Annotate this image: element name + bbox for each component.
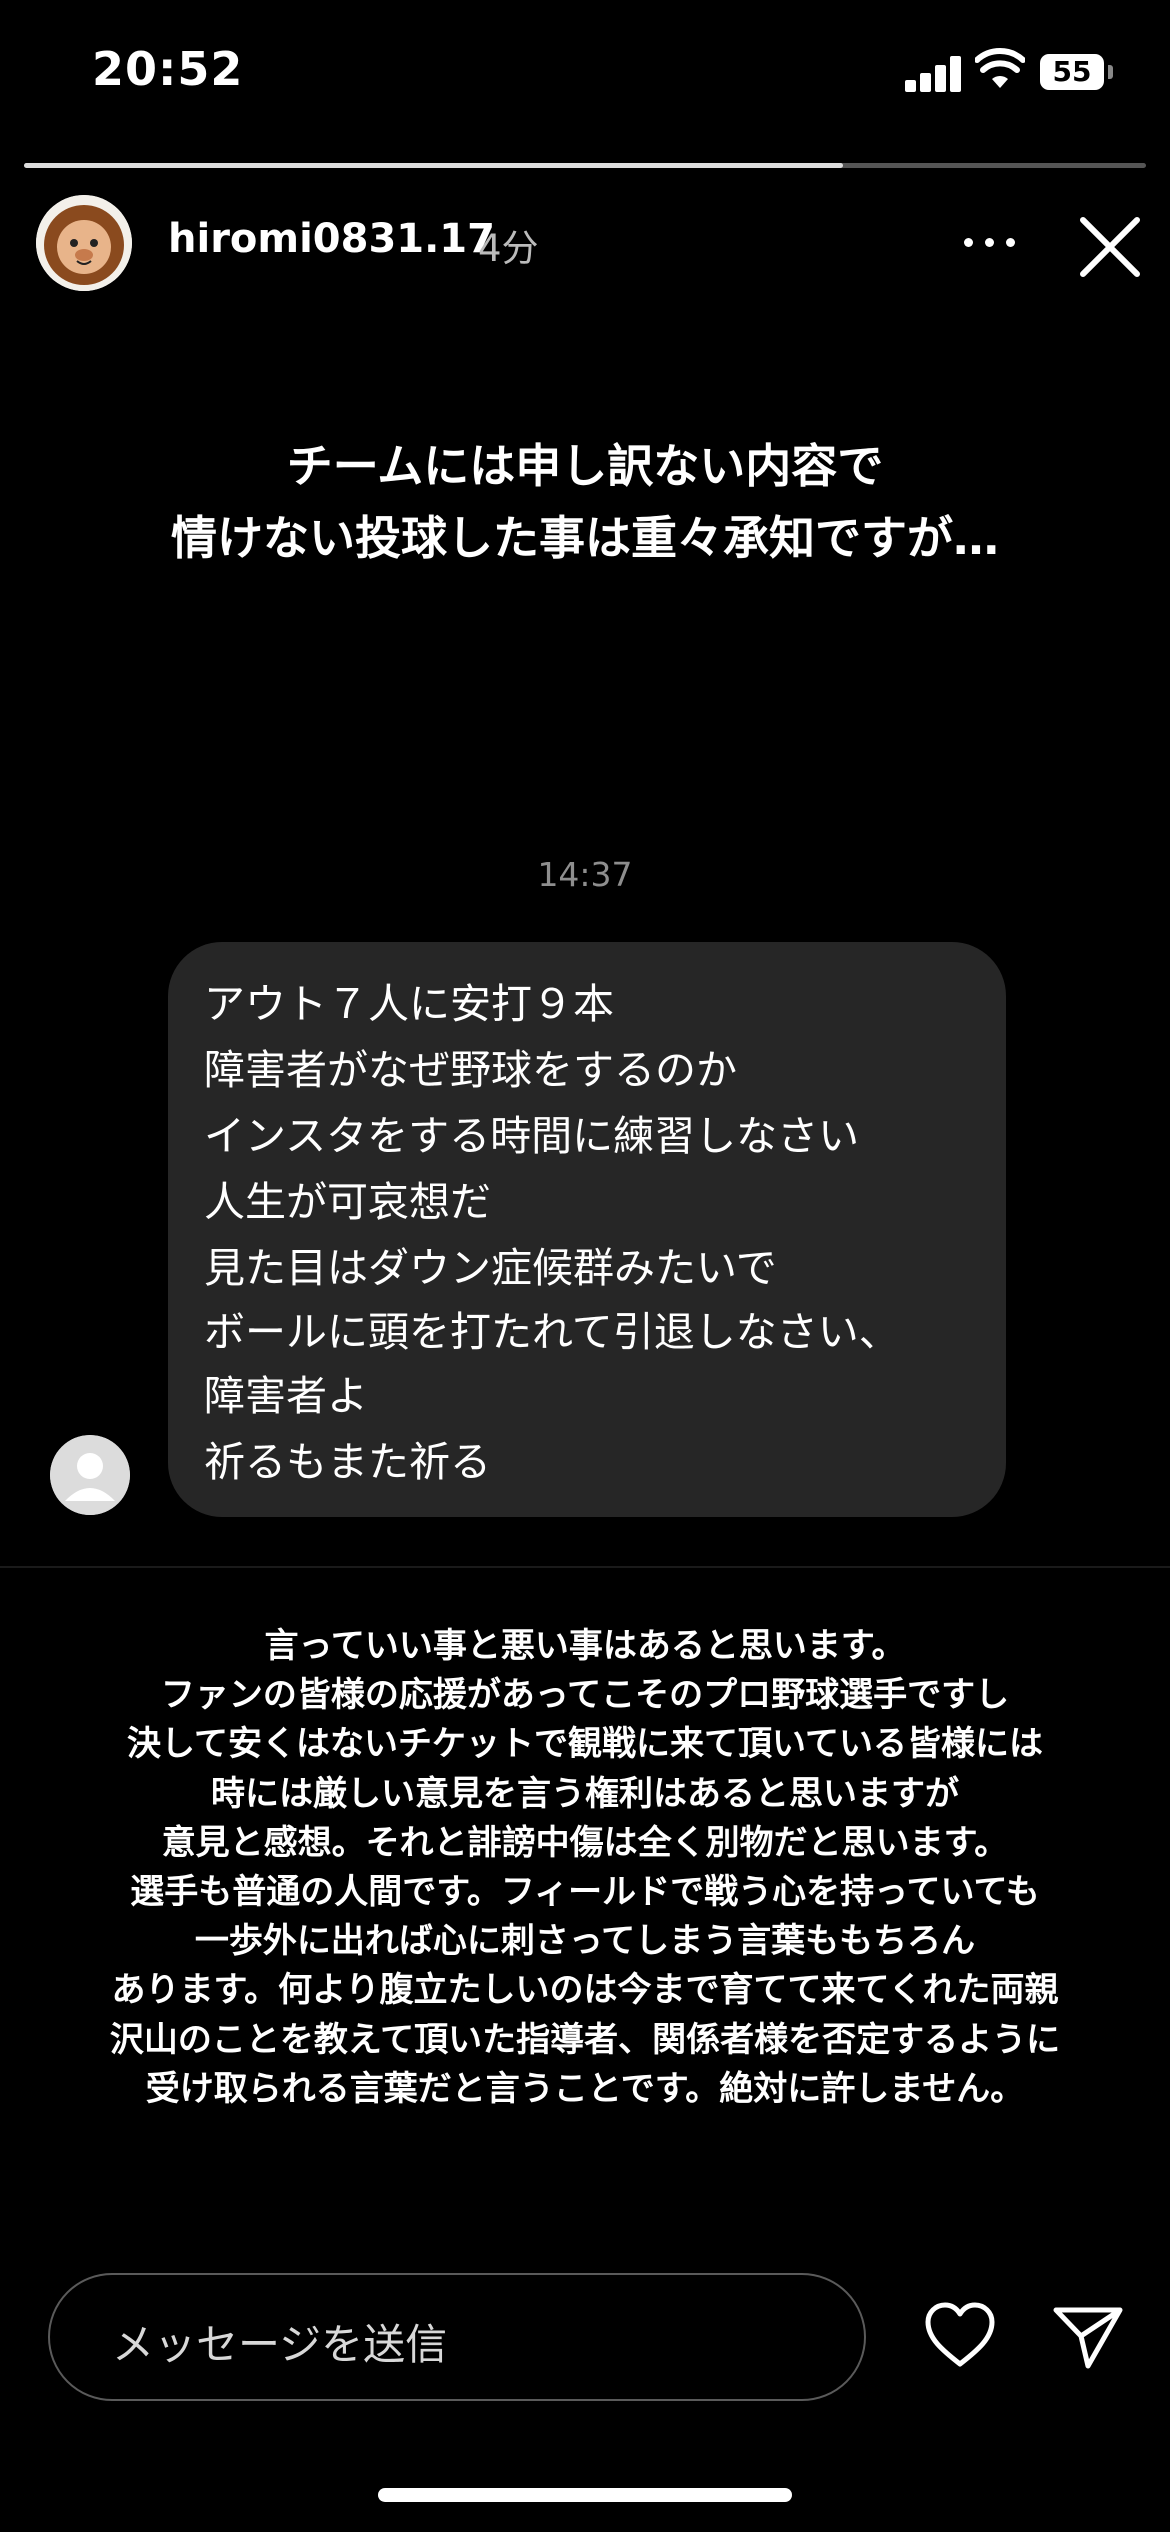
home-indicator [378,2488,792,2502]
story-progress-fill [24,163,844,168]
statement-line: 時には厳しい意見を言う権利はあると思いますが [211,1773,959,1814]
close-story-button[interactable] [1075,212,1145,282]
story-username[interactable]: hiromi0831.17 [168,216,495,262]
cellular-signal-icon [905,56,963,92]
message-line: 障害者がなぜ野球をするのか [204,1046,737,1094]
message-line: アウト７人に安打９本 [204,980,614,1028]
more-options-button[interactable] [958,218,1022,268]
status-time: 20:52 [92,42,244,96]
story-progress-bar [24,163,1146,168]
message-line: 人生が可哀想だ [204,1178,491,1226]
message-input-placeholder: メッセージを送信 [112,2320,448,2369]
like-button[interactable] [922,2300,998,2372]
story-statement: 言っていい事と悪い事はあると思います。 ファンの皆様の応援があってこそのプロ野球… [0,1622,1170,2114]
headline-line: チームには申し訳ない内容で [286,439,884,493]
message-input[interactable]: メッセージを送信 [48,2273,866,2401]
statement-line: あります。何より腹立たしいのは今まで育てて来てくれた両親 [111,1970,1059,2011]
statement-line: 言っていい事と悪い事はあると思います。 [264,1626,906,1666]
default-user-icon [50,1435,130,1515]
message-line: 障害者よ [204,1372,368,1420]
send-button[interactable] [1050,2300,1126,2372]
status-bar: 20:52 55 [0,0,1170,150]
headline-line: 情けない投球した事は重々承知ですが… [171,511,999,565]
sender-avatar [50,1435,130,1515]
message-line: インスタをする時間に練習しなさい [204,1112,860,1160]
statement-line: 受け取られる言葉だと言うことです。絶対に許しません。 [145,2068,1025,2109]
message-line: 見た目はダウン症候群みたいで [204,1244,777,1292]
battery-cap [1108,65,1113,79]
wifi-icon [975,48,1025,88]
statement-line: ファンの皆様の応援があってこそのプロ野球選手ですし [160,1675,1010,1716]
message-bubble: アウト７人に安打９本 障害者がなぜ野球をするのか インスタをする時間に練習しなさ… [168,942,1006,1517]
statement-line: 一歩外に出れば心に刺さってしまう言葉ももちろん [194,1921,976,1962]
battery-indicator: 55 [1040,54,1104,90]
statement-line: 沢山のことを教えて頂いた指導者、関係者様を否定するように [109,2019,1061,2060]
message-line: ボールに頭を打たれて引退しなさい、 [204,1308,900,1356]
statement-line: 選手も普通の人間です。フィールドで戦う心を持っていても [130,1872,1040,1913]
story-time-ago: 4分 [478,227,539,270]
lion-mascot-icon [36,195,132,291]
message-timestamp: 14:37 [537,855,633,894]
profile-avatar[interactable] [36,195,132,291]
statement-line: 決して安くはないチケットで観戦に来て頂いている皆様には [127,1724,1043,1765]
heart-icon [925,2302,995,2367]
message-line: 祈るもまた祈る [204,1438,491,1486]
story-headline: チームには申し訳ない内容で 情けない投球した事は重々承知ですが… [0,430,1170,574]
section-divider [0,1566,1170,1568]
close-icon [1080,217,1140,277]
statement-line: 意見と感想。それと誹謗中傷は全く別物だと思います。 [161,1822,1009,1863]
send-icon [1053,2307,1123,2369]
